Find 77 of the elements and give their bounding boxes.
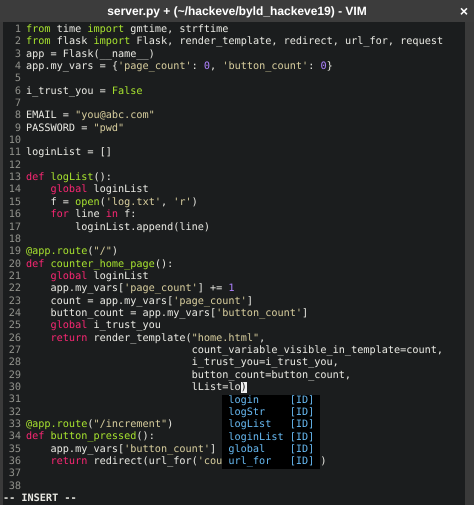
code-line: return redirect(url_for('cou	[50, 456, 222, 468]
line-number: 21	[8, 270, 21, 283]
line-number: 11	[8, 147, 21, 160]
completion-item[interactable]: global [ID]	[222, 444, 320, 456]
code-line: app = Flask(__name__)	[26, 48, 155, 61]
code-line: app.my_vars['page_count'] += 1	[50, 283, 235, 296]
close-button[interactable]: ×	[460, 3, 468, 19]
code-line: loginList.append(line)	[74, 222, 210, 234]
line-number: 17	[8, 222, 21, 234]
line-number: 24	[8, 308, 21, 320]
code-line: i_trust_you = False	[26, 86, 143, 98]
line-number: 27	[8, 344, 21, 357]
code-line: return render_template("home.html",	[50, 332, 266, 345]
line-number: 19	[8, 246, 21, 259]
line-number: 12	[8, 160, 21, 172]
code-line: count_variable_visible_in_template=count,	[190, 344, 444, 357]
code-line: def logList():	[26, 172, 112, 184]
line-number: 23	[8, 296, 21, 308]
mode-indicator: -- INSERT --	[3, 493, 77, 505]
line-number: 13	[8, 172, 21, 184]
line-number: 6	[14, 86, 21, 98]
line-number: 15	[8, 196, 21, 209]
line-number: 5	[14, 73, 21, 86]
line-number: 25	[8, 320, 21, 333]
line-number: 34	[8, 431, 21, 444]
completion-item[interactable]: loginList [ID]	[222, 432, 320, 444]
line-number: 38	[8, 480, 21, 494]
code-text: )	[320, 456, 327, 468]
line-number: 1	[14, 24, 21, 36]
code-line: count = app.my_vars['page_count']	[50, 296, 253, 308]
code-line: button_count=button_count,	[190, 370, 352, 382]
code-line: lList=lo)	[190, 382, 247, 394]
code-line: for line in f:	[50, 209, 136, 222]
completion-item[interactable]: url_for [ID]	[222, 456, 320, 469]
code-line: PASSWORD = "pwd"	[26, 122, 124, 136]
code-line: app.my_vars = {'page_count': 0, 'button_count': 0}	[26, 61, 333, 74]
line-number: 31	[8, 394, 21, 407]
code-line: @app.route("/increment")	[26, 419, 174, 431]
line-number: 8	[14, 110, 21, 123]
line-number: 30	[8, 382, 21, 394]
line-number: 2	[14, 36, 21, 49]
line-number: 33	[8, 419, 21, 431]
line-number: 20	[8, 258, 21, 271]
line-number: 32	[8, 406, 21, 419]
window-title: server.py + (~/hackeve/byld_hackeve19) - VIM	[107, 3, 367, 20]
line-number: 35	[8, 444, 21, 456]
code-line: def counter_home_page():	[26, 258, 174, 271]
completion-item[interactable]: logStr [ID]	[222, 406, 320, 420]
code-line: button_count = app.my_vars['button_count']	[50, 308, 308, 320]
code-line: loginList = []	[26, 147, 112, 160]
line-number: 10	[8, 135, 21, 148]
line-number: 28	[8, 357, 21, 370]
line-number: 3	[14, 48, 21, 62]
code-line: @app.route("/")	[26, 246, 118, 259]
completion-item[interactable]: logList [ID]	[222, 419, 320, 432]
code-line: app.my_vars['button_count']	[50, 444, 216, 456]
line-number: 9	[14, 122, 21, 135]
line-number: 18	[8, 234, 21, 246]
code-line: global i_trust_you	[50, 320, 161, 333]
code-line: f = open('log.txt', 'r')	[50, 196, 198, 209]
line-number: 22	[8, 283, 21, 296]
code-line: def button_pressed():	[26, 431, 155, 444]
line-number: 16	[8, 209, 21, 222]
line-number: 7	[14, 98, 21, 110]
code-line: EMAIL = "you@abc.com"	[26, 110, 155, 123]
line-number: 37	[8, 468, 21, 481]
line-number: 4	[14, 61, 21, 74]
line-number: 26	[8, 332, 21, 345]
line-number: 36	[8, 456, 21, 468]
code-line: i_trust_you=i_trust_you,	[190, 357, 339, 370]
code-line: global loginList	[50, 270, 149, 283]
completion-item[interactable]: login [ID]	[222, 394, 320, 407]
code-line: global loginList	[50, 184, 149, 197]
code-line: from time import gmtime, strftime	[26, 24, 228, 36]
code-line: from flask import Flask, render_template, redirect, url_for, request	[26, 36, 444, 49]
line-number: 14	[8, 184, 21, 197]
line-number: 29	[8, 370, 21, 382]
